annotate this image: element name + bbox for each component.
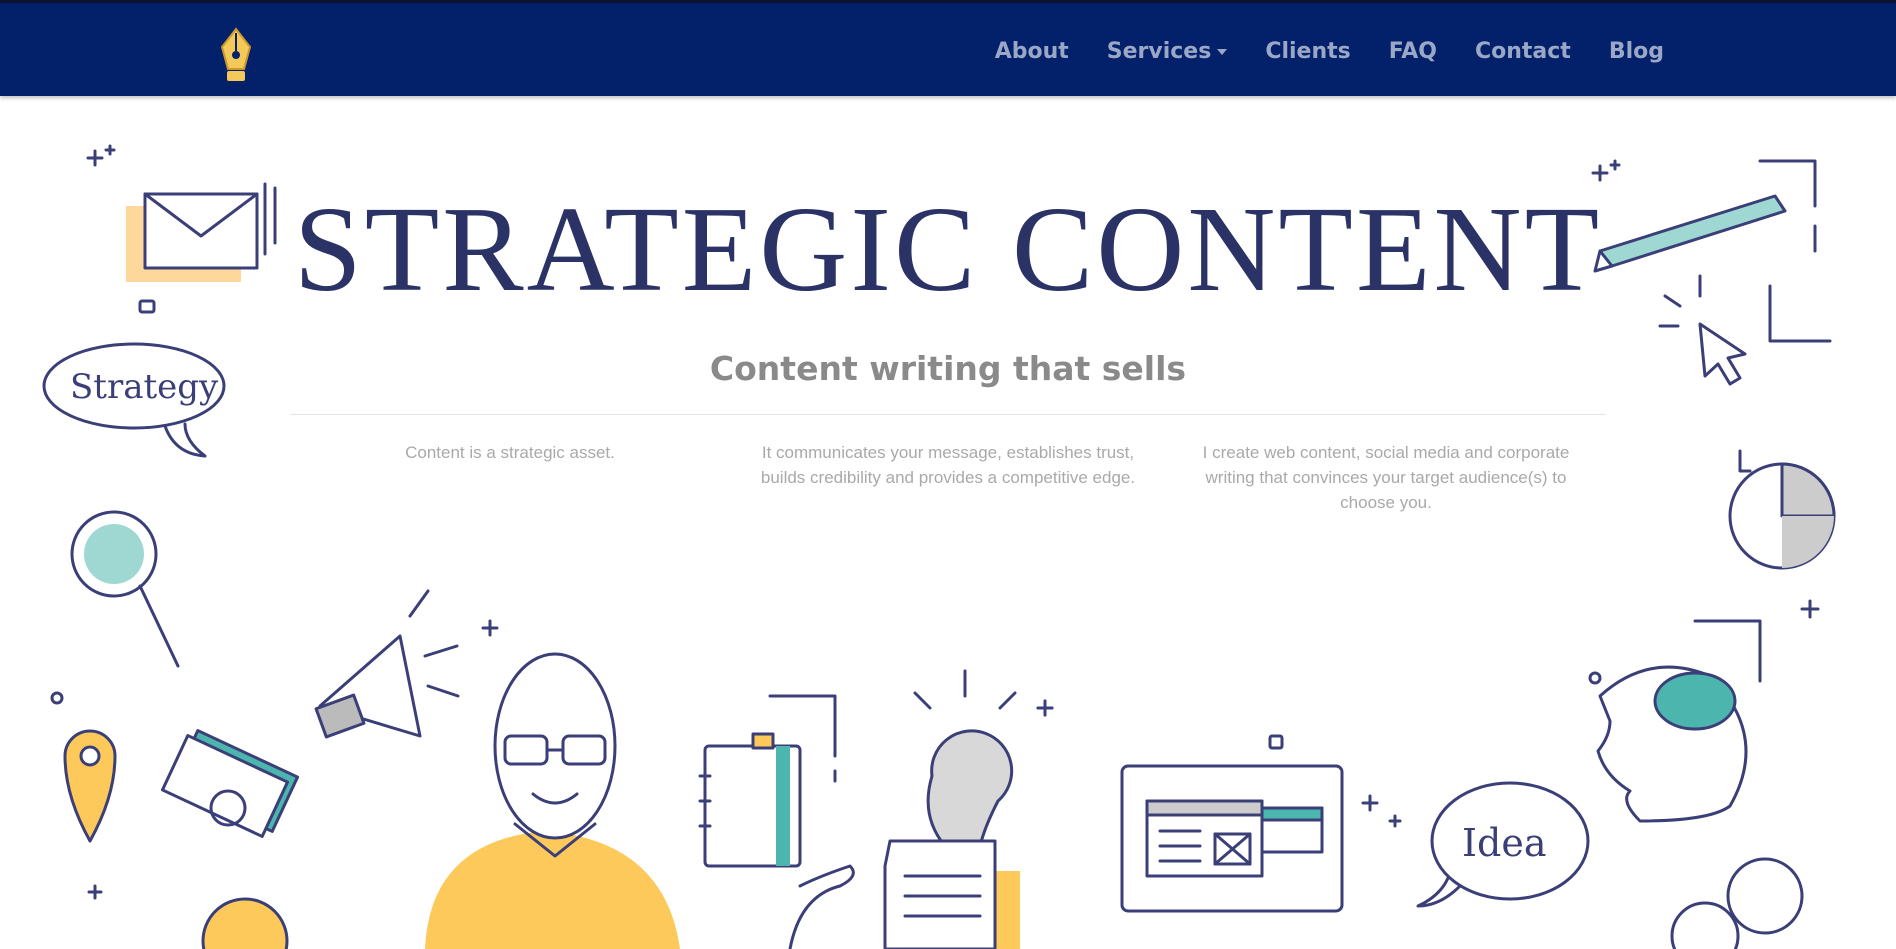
speech-bubble-idea: Idea: [1361, 781, 1590, 908]
hero-divider: [290, 414, 1606, 415]
nav-services-label: Services: [1106, 38, 1212, 64]
caret-down-icon: [1217, 48, 1228, 55]
money-bill-icon: [160, 729, 300, 838]
hand-icon: [788, 864, 855, 949]
hero-subtitle: Content writing that sells: [709, 349, 1187, 388]
nav-contact[interactable]: Contact: [1475, 39, 1571, 64]
dollar-coin-icon: [1670, 857, 1804, 949]
intro-column-3: I create web content, social media and c…: [1202, 443, 1570, 512]
megaphone-icon: [314, 589, 460, 739]
nav-services[interactable]: Services: [1107, 39, 1228, 64]
nav-about[interactable]: About: [995, 39, 1069, 64]
nav-blog[interactable]: Blog: [1609, 39, 1664, 64]
notebook-icon: [698, 694, 837, 868]
magnifier-icon: [70, 510, 180, 668]
svg-text:Idea: Idea: [1462, 821, 1546, 865]
top-navbar: About Services Clients FAQ Contact Blog: [0, 0, 1896, 96]
document-icon: [883, 839, 1020, 949]
pie-chart-icon: [1728, 449, 1836, 570]
hero-title: STRATEGIC CONTENT: [293, 182, 1603, 317]
coin-icon: [201, 897, 289, 949]
monitor-icon: [1120, 734, 1344, 913]
fountain-pen-logo-icon[interactable]: [210, 27, 262, 85]
nav-clients[interactable]: Clients: [1265, 39, 1350, 64]
intro-column-2: It communicates your message, establishe…: [760, 443, 1136, 487]
man-avatar: [425, 652, 680, 949]
intro-column-1: Content is a strategic asset.: [405, 443, 615, 462]
main-nav: About Services Clients FAQ Contact Blog: [995, 3, 1664, 99]
head-brain-icon: [1588, 619, 1762, 823]
nav-faq[interactable]: FAQ: [1389, 39, 1437, 64]
location-pin-icon: [50, 691, 117, 843]
